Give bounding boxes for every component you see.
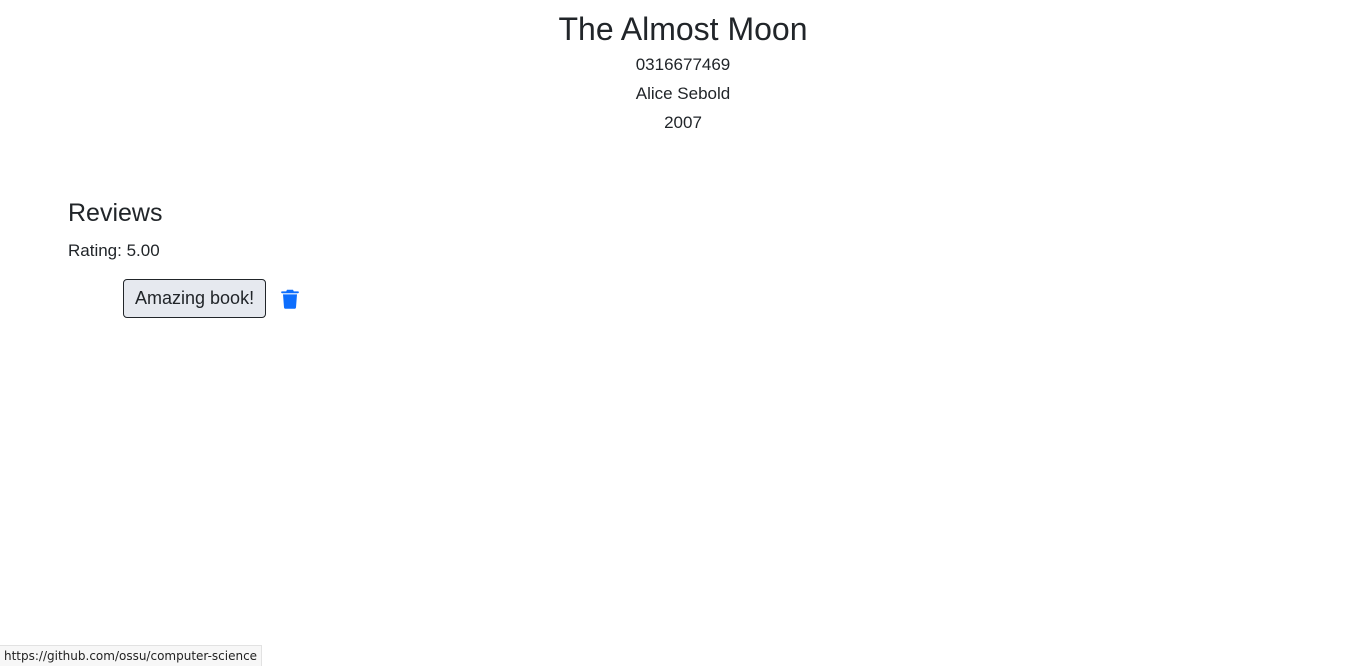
book-header: The Almost Moon 0316677469 Alice Sebold … — [0, 0, 1366, 133]
trash-icon[interactable] — [280, 288, 300, 310]
book-author: Alice Sebold — [635, 84, 731, 103]
book-year: 2007 — [664, 113, 702, 132]
review-item: Amazing book! — [123, 279, 300, 318]
reviews-heading: Reviews — [68, 199, 163, 227]
review-text-button[interactable]: Amazing book! — [123, 279, 267, 318]
status-bar-url: https://github.com/ossu/computer-science — [0, 645, 263, 666]
book-isbn: 0316677469 — [635, 55, 731, 74]
rating-text: Rating: 5.00 — [68, 241, 160, 260]
reviews-section: Reviews Rating: 5.00 Amazing book! — [68, 197, 300, 318]
book-detail-page: The Almost Moon 0316677469 Alice Sebold … — [0, 0, 1366, 666]
book-title: The Almost Moon — [558, 11, 808, 47]
